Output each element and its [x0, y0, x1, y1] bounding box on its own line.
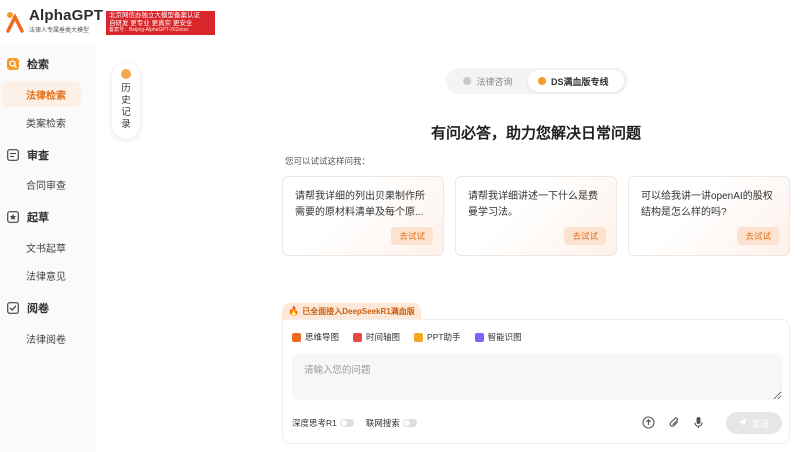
certification-banner: 北京网信办独立大模型备案认证 自研发 更专业 更真实 更安全 备案号：Beiji…: [106, 11, 215, 35]
sidebar-section-reading[interactable]: 阅卷: [7, 300, 49, 316]
tool-image-recognition[interactable]: 智能识图: [474, 331, 522, 343]
mode-legal-consult[interactable]: 法律咨询: [448, 70, 528, 92]
try-button[interactable]: 去试试: [564, 227, 606, 245]
send-icon: [738, 418, 747, 429]
try-button[interactable]: 去试试: [737, 227, 779, 245]
sidebar-section-draft[interactable]: 起草: [7, 209, 49, 225]
sidebar: 检索 法律检索 类案检索 审查 合同审查 起草 文书起草 法律意见 阅卷 法律阅…: [0, 44, 96, 452]
timeline-icon: [353, 332, 363, 342]
suggestion-card[interactable]: 可以给我讲一讲openAI的股权结构是怎么样的吗? 去试试: [628, 176, 790, 256]
sidebar-section-label: 阅卷: [27, 303, 49, 315]
tool-label: 智能识图: [487, 332, 522, 342]
chat-input-panel: 思维导图 时间轴图 PPT助手 智能识图 深度思考R1 联网搜索: [282, 319, 790, 444]
sidebar-section-label: 起草: [27, 212, 49, 224]
cert-line-1: 北京网信办独立大模型备案认证: [109, 12, 200, 19]
tool-ppt[interactable]: PPT助手: [414, 331, 461, 343]
mode-ds-line[interactable]: DS满血版专线: [528, 70, 624, 92]
cert-line-2: 自研发 更专业 更真实 更安全: [109, 19, 193, 27]
brand-tagline: 法律人专属垂类大模型: [29, 28, 90, 34]
chat-options: 深度思考R1 联网搜索: [292, 417, 429, 429]
review-icon: [7, 149, 19, 161]
sidebar-section-review[interactable]: 审查: [7, 147, 49, 163]
question-input[interactable]: [292, 354, 782, 400]
attachment-icon[interactable]: [667, 415, 681, 429]
web-search-option[interactable]: 联网搜索: [366, 417, 417, 429]
microphone-icon[interactable]: [691, 415, 705, 429]
ppt-icon: [414, 332, 424, 342]
app-root: AlphaGPT 法律人专属垂类大模型 北京网信办独立大模型备案认证 自研发 更…: [0, 0, 800, 452]
sidebar-section-label: 检索: [27, 59, 49, 71]
fire-icon: 🔥: [288, 305, 300, 316]
suggestion-hint: 您可以试试这样问我：: [285, 156, 371, 166]
tool-label: PPT助手: [427, 332, 461, 342]
suggestion-card[interactable]: 请帮我详细的列出贝果制作所需要的原材料清单及每个原... 去试试: [282, 176, 444, 256]
tool-timeline[interactable]: 时间轴图: [353, 331, 400, 343]
star-icon: [7, 211, 19, 223]
tool-mindmap[interactable]: 思维导图: [292, 331, 339, 343]
tool-bar: 思维导图 时间轴图 PPT助手 智能识图: [292, 331, 536, 343]
check-icon: [7, 302, 19, 314]
page-title: 有问必答，助力您解决日常问题: [430, 125, 641, 142]
tool-label: 思维导图: [305, 332, 340, 342]
suggestion-text: 可以给我讲一讲openAI的股权结构是怎么样的吗?: [641, 191, 773, 218]
sidebar-item-contract-review[interactable]: 合同审查: [2, 171, 81, 197]
send-button[interactable]: 发送: [726, 412, 782, 434]
upload-icon[interactable]: [641, 415, 655, 429]
ds-icon: [538, 77, 546, 85]
sidebar-item-doc-draft[interactable]: 文书起草: [2, 234, 81, 260]
history-label: 历史记录: [121, 83, 131, 130]
brand-name: AlphaGPT: [29, 7, 104, 24]
try-button[interactable]: 去试试: [391, 227, 433, 245]
sidebar-item-case-search[interactable]: 类案检索: [2, 109, 81, 135]
mode-legal-consult-label: 法律咨询: [476, 76, 513, 87]
sidebar-item-legal-reading[interactable]: 法律阅卷: [2, 325, 81, 351]
check-circle-icon: [463, 77, 472, 85]
logo[interactable]: AlphaGPT 法律人专属垂类大模型: [6, 8, 103, 34]
history-icon: [121, 69, 131, 79]
suggestion-card[interactable]: 请帮我详细讲述一下什么是费曼学习法。 去试试: [455, 176, 617, 256]
web-search-label: 联网搜索: [365, 418, 400, 428]
deep-think-toggle[interactable]: [339, 419, 354, 427]
suggestion-text: 请帮我详细的列出贝果制作所需要的原材料清单及每个原...: [295, 191, 425, 218]
sidebar-item-legal-opinion[interactable]: 法律意见: [2, 262, 81, 288]
logo-mark-icon: [6, 9, 24, 33]
mindmap-icon: [292, 332, 301, 342]
web-search-toggle[interactable]: [402, 419, 417, 427]
mode-ds-line-label: DS满血版专线: [551, 76, 609, 87]
history-tab[interactable]: 历史记录: [112, 63, 140, 139]
send-label: 发送: [751, 418, 770, 429]
deepseek-badge: 🔥 已全面接入DeepSeekR1满血版: [282, 303, 421, 319]
sidebar-section-label: 审查: [27, 150, 49, 162]
deepseek-badge-label: 已全面接入DeepSeekR1满血版: [302, 306, 415, 316]
sidebar-item-legal-search[interactable]: 法律检索: [2, 81, 81, 107]
search-icon: [7, 58, 19, 70]
deep-think-option[interactable]: 深度思考R1: [292, 417, 354, 429]
mode-switch: 法律咨询 DS满血版专线: [446, 68, 628, 94]
sidebar-section-search[interactable]: 检索: [7, 56, 49, 72]
suggestion-text: 请帮我详细讲述一下什么是费曼学习法。: [468, 191, 598, 218]
cert-line-3: 备案号：Beijing-AlphaGPT-202xxxx: [109, 27, 189, 33]
image-icon: [474, 332, 484, 342]
deep-think-label: 深度思考R1: [292, 418, 337, 428]
tool-label: 时间轴图: [366, 332, 401, 342]
